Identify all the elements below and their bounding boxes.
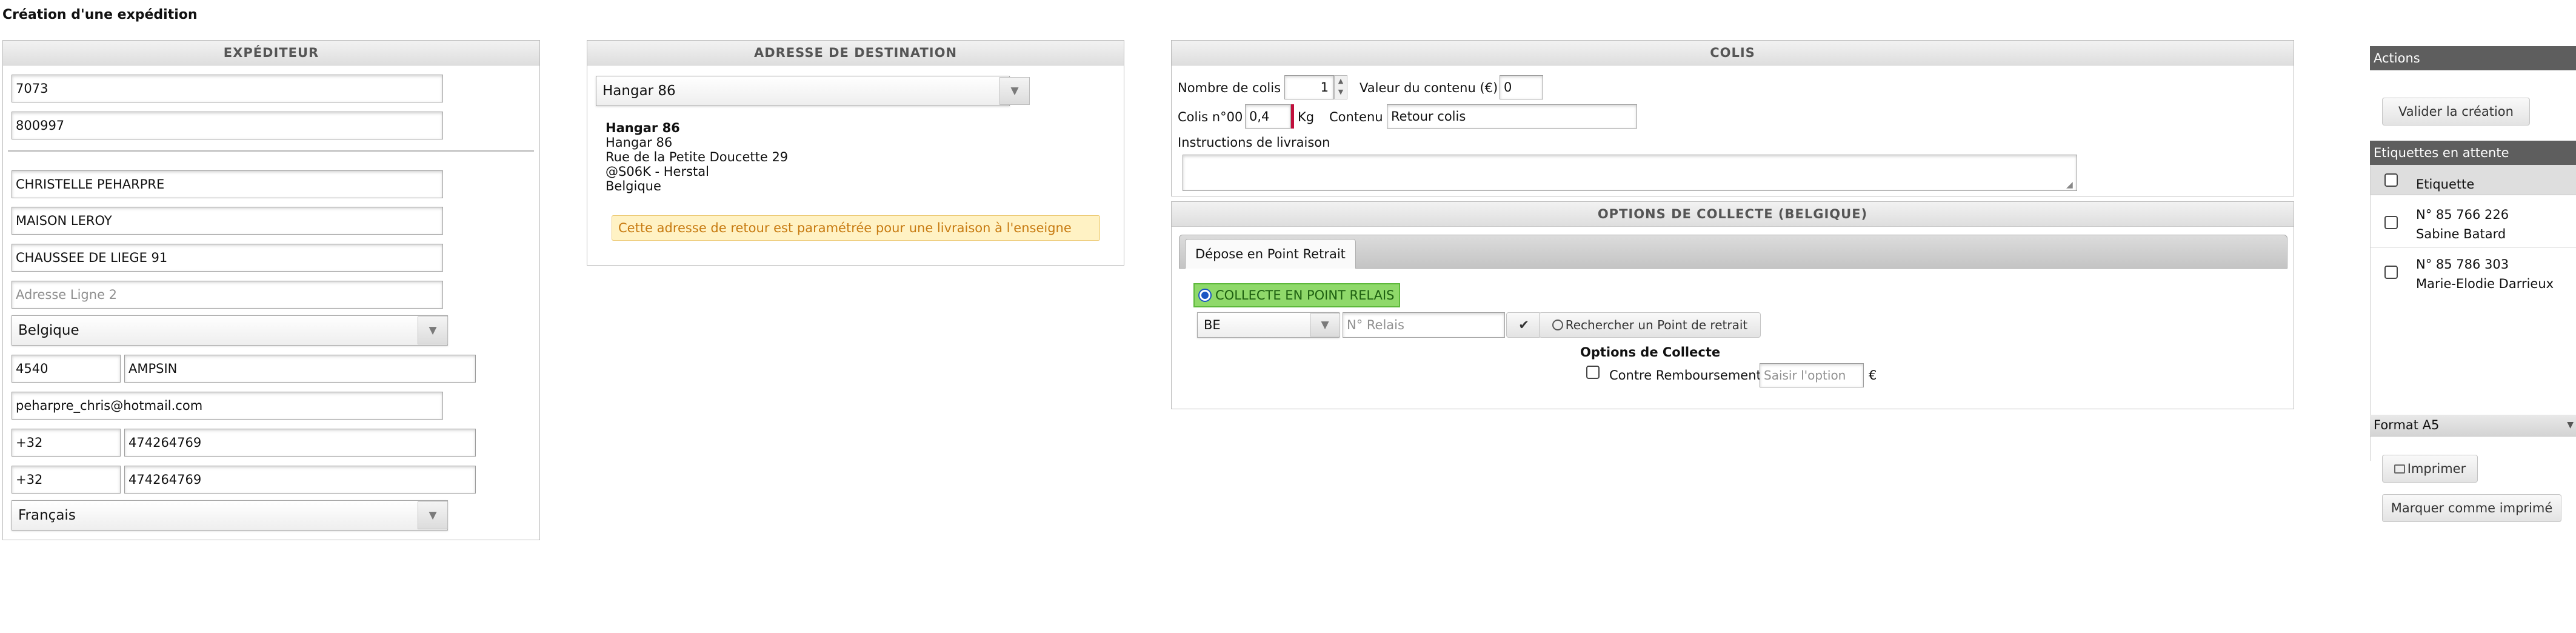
chevron-down-icon: ▼ (2567, 420, 2574, 430)
expediteur-header: EXPÉDITEUR (3, 41, 539, 65)
option-amount-field[interactable] (1760, 363, 1864, 387)
select-all-checkbox[interactable] (2384, 173, 2398, 187)
content-value-label: Valeur du contenu (€) (1360, 81, 1498, 95)
destination-header: ADRESSE DE DESTINATION (587, 41, 1124, 65)
search-icon (1552, 320, 1563, 330)
label-row[interactable]: N° 85 786 303 Marie-Elodie Darrieux (2370, 249, 2576, 298)
mark-as-printed-button[interactable]: Marquer comme imprimé (2382, 494, 2561, 522)
search-relay-point-button[interactable]: Rechercher un Point de retrait (1539, 312, 1761, 338)
content-value-field[interactable] (1500, 75, 1543, 99)
chevron-down-icon[interactable]: ▼ (418, 501, 448, 529)
print-label: Imprimer (2407, 461, 2466, 476)
currency-label: € (1869, 368, 1877, 383)
options-header: OPTIONS DE COLLECTE (BELGIQUE) (1172, 202, 2294, 227)
parcel-count-stepper[interactable] (1284, 75, 1334, 99)
destination-panel: ADRESSE DE DESTINATION Hangar 86 ▼ Hanga… (587, 40, 1124, 266)
sender-phone1-number[interactable] (124, 429, 476, 457)
sender-language-value: Français (18, 507, 76, 523)
validate-creation-button[interactable]: Valider la création (2382, 98, 2530, 126)
sender-language-select[interactable]: Français (12, 500, 448, 531)
sender-country-select[interactable]: Belgique (12, 315, 448, 346)
labels-column-label: Etiquette (2416, 177, 2475, 192)
destination-select[interactable]: Hangar 86 (596, 76, 1010, 106)
label-row-checkbox[interactable] (2384, 216, 2398, 229)
sender-code-field[interactable] (12, 75, 443, 102)
radio-selected-icon (1198, 289, 1212, 302)
required-marker (1291, 104, 1294, 129)
destination-address-block: Hangar 86 Hangar 86 Rue de la Petite Dou… (606, 121, 788, 193)
destination-select-value: Hangar 86 (602, 83, 676, 99)
destination-address-line: Hangar 86 (606, 135, 673, 150)
tab-depose-point-retrait[interactable]: Dépose en Point Retrait (1185, 239, 1356, 269)
labels-column-header: Etiquette (2370, 165, 2576, 195)
collect-point-relais-radio[interactable]: COLLECTE EN POINT RELAIS (1193, 283, 1401, 307)
sender-postal-code-field[interactable] (12, 355, 121, 383)
format-select[interactable]: Format A5 ▼ (2370, 415, 2576, 437)
sender-phone2-number[interactable] (124, 466, 476, 494)
sender-city-field[interactable] (124, 355, 476, 383)
sender-name-field[interactable] (12, 170, 443, 198)
label-recipient: Marie-Elodie Darrieux (2416, 276, 2554, 291)
page-title: Création d'une expédition (2, 7, 198, 22)
cash-on-delivery-label: Contre Remboursement (1609, 368, 1761, 383)
relais-number-field[interactable] (1343, 312, 1505, 338)
pending-labels-header: Etiquettes en attente (2370, 141, 2576, 165)
parcel-number-label: Colis n°00 (1178, 110, 1243, 124)
sender-address1-field[interactable] (12, 244, 443, 272)
parcel-weight-field[interactable] (1245, 104, 1291, 129)
delivery-instructions-label: Instructions de livraison (1178, 135, 1330, 150)
options-panel: OPTIONS DE COLLECTE (BELGIQUE) Dépose en… (1171, 201, 2294, 409)
cash-on-delivery-checkbox[interactable] (1586, 366, 1600, 379)
destination-address-line: @S06K - Herstal (606, 164, 709, 179)
parcel-count-label: Nombre de colis (1178, 81, 1281, 95)
chevron-down-icon[interactable]: ▼ (418, 316, 448, 344)
chevron-down-icon[interactable]: ▼ (999, 77, 1030, 105)
printer-icon (2394, 464, 2405, 474)
weight-unit-label: Kg (1298, 110, 1315, 124)
resize-grip-icon[interactable]: ◢ (2066, 180, 2076, 190)
sender-email-field[interactable] (12, 392, 443, 420)
print-button[interactable]: Imprimer (2382, 455, 2478, 483)
label-recipient: Sabine Batard (2416, 227, 2506, 241)
collect-point-relais-label: COLLECTE EN POINT RELAIS (1215, 288, 1395, 303)
label-row-checkbox[interactable] (2384, 266, 2398, 279)
collect-options-title: Options de Collecte (1580, 345, 1721, 360)
content-field[interactable] (1387, 104, 1637, 129)
search-relay-point-label: Rechercher un Point de retrait (1565, 318, 1748, 332)
sender-phone2-prefix[interactable] (12, 466, 121, 494)
sender-country-value: Belgique (18, 323, 79, 338)
chevron-down-icon[interactable]: ▼ (1310, 313, 1340, 337)
delivery-instructions-field[interactable] (1183, 155, 2077, 191)
collect-country-value: BE (1204, 318, 1221, 332)
sender-company-field[interactable] (12, 207, 443, 235)
destination-address-line: Rue de la Petite Doucette 29 (606, 150, 789, 164)
stepper-arrows-icon[interactable]: ▲ ▼ (1334, 75, 1347, 99)
colis-panel: COLIS Nombre de colis ▲▼ Valeur du conte… (1171, 40, 2294, 196)
colis-header: COLIS (1172, 41, 2294, 65)
sender-phone1-prefix[interactable] (12, 429, 121, 457)
check-icon: ✔ (1518, 318, 1529, 332)
content-label: Contenu (1329, 110, 1383, 124)
sender-account-field[interactable] (12, 112, 443, 139)
actions-header: Actions (2370, 46, 2576, 70)
label-number: N° 85 766 226 (2416, 207, 2509, 222)
label-number: N° 85 786 303 (2416, 257, 2509, 272)
actions-sidebar: Actions Valider la création Etiquettes e… (2370, 46, 2576, 531)
sender-address2-field[interactable] (12, 281, 443, 309)
destination-address-title: Hangar 86 (606, 121, 680, 135)
destination-address-line: Belgique (606, 179, 661, 193)
destination-notice: Cette adresse de retour est paramétrée p… (612, 215, 1100, 241)
label-row[interactable]: N° 85 766 226 Sabine Batard (2370, 198, 2576, 248)
relais-validate-button[interactable]: ✔ (1506, 312, 1541, 338)
expediteur-panel: EXPÉDITEUR Belgique ▼ Français ▼ (2, 40, 540, 540)
sender-divider (8, 150, 534, 152)
format-label: Format A5 (2374, 418, 2440, 432)
